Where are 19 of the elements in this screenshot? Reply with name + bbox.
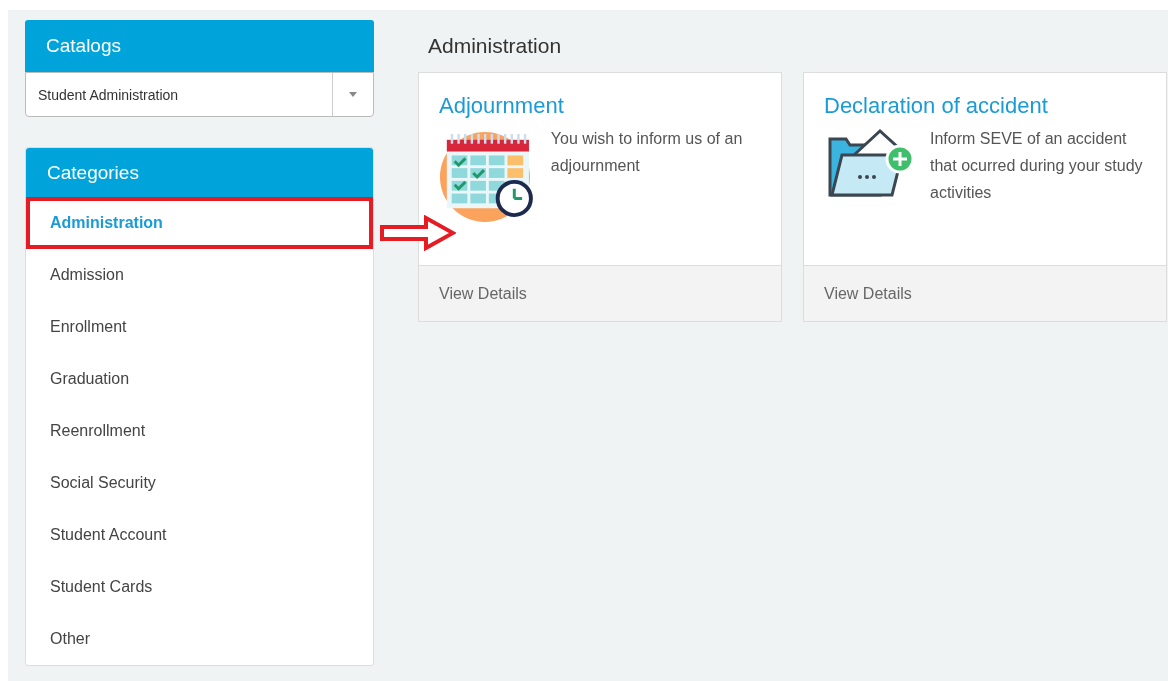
service-card[interactable]: Adjournment You wish to inform us of an adjournment View Details — [418, 72, 782, 322]
category-item[interactable]: Student Account — [26, 509, 373, 561]
category-item[interactable]: Admission — [26, 249, 373, 301]
category-item[interactable]: Student Cards — [26, 561, 373, 613]
category-item[interactable]: Enrollment — [26, 301, 373, 353]
category-item[interactable]: Reenrollment — [26, 405, 373, 457]
catalog-dropdown[interactable]: Student Administration — [25, 72, 374, 117]
card-description: Inform SEVE of an accident that ocurred during your study activities — [930, 129, 1144, 203]
panel-header: Categories — [26, 148, 373, 197]
view-details-link[interactable]: View Details — [804, 265, 1166, 321]
service-card[interactable]: Declaration of accident Inform SEVE of an accident that ocurred during your study activities View Details — [803, 72, 1167, 322]
panel-header: Catalogs — [25, 20, 374, 72]
category-item[interactable]: Social Security — [26, 457, 373, 509]
view-details-link[interactable]: View Details — [419, 265, 781, 321]
category-item[interactable]: Graduation — [26, 353, 373, 405]
card-description: You wish to inform us of an adjournment — [550, 129, 744, 176]
section-title: Administration — [428, 34, 563, 59]
category-item[interactable]: Other — [26, 613, 373, 665]
caret-icon — [349, 92, 357, 97]
